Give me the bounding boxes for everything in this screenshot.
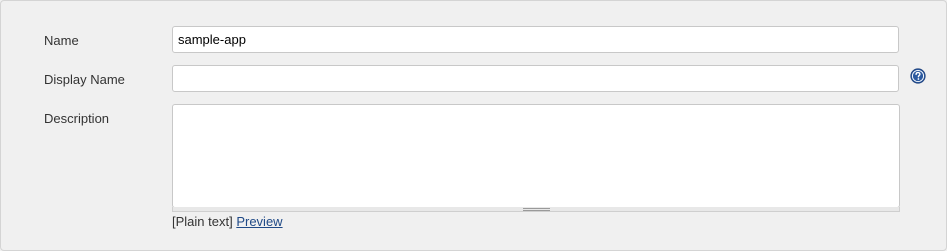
preview-link[interactable]: Preview — [236, 214, 282, 229]
display-name-input[interactable] — [172, 65, 899, 92]
name-input[interactable] — [172, 26, 899, 53]
description-textarea[interactable] — [172, 104, 900, 208]
markup-hint: [Plain text] Preview — [172, 214, 283, 230]
grip-icon — [523, 208, 550, 211]
form-section: Name Display Name Description [Plain tex… — [0, 0, 947, 251]
description-label: Description — [44, 111, 110, 126]
markup-type-text: [Plain text] — [172, 214, 233, 229]
name-label: Name — [44, 33, 79, 48]
display-name-label: Display Name — [44, 72, 125, 87]
help-icon[interactable] — [910, 68, 926, 84]
textarea-resize-bar[interactable] — [172, 207, 900, 212]
